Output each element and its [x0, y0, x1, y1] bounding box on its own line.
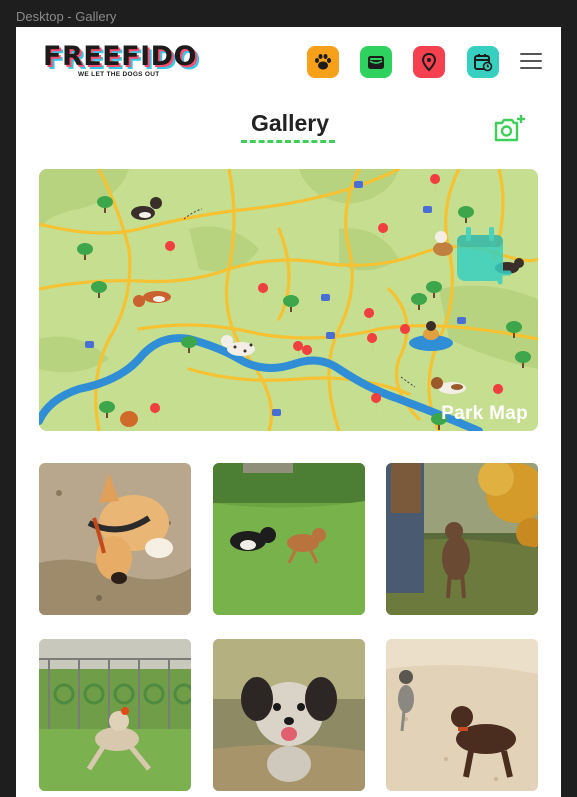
add-photo-button[interactable] [493, 114, 527, 144]
nav-location-button[interactable] [413, 46, 445, 78]
map-illustration [39, 169, 538, 431]
photo-dogs-running [213, 463, 365, 615]
page-canvas: FREEFIDO WE LET THE DOGS OUT Gallery Par… [16, 27, 561, 797]
gallery-photo[interactable] [386, 463, 538, 615]
nav-calendar-button[interactable] [467, 46, 499, 78]
calendar-clock-icon [474, 54, 493, 72]
photo-dog-owner-tree [386, 463, 538, 615]
hamburger-menu-button[interactable] [520, 53, 542, 71]
photo-shaggy-terrier [213, 639, 365, 791]
camera-plus-icon [494, 115, 525, 142]
photo-dog-ball-park [39, 639, 191, 791]
nav-wallet-button[interactable] [360, 46, 392, 78]
gallery-photo[interactable] [39, 463, 191, 615]
gallery-photo[interactable] [213, 463, 365, 615]
menu-line [520, 60, 542, 62]
page-title: Gallery [251, 110, 329, 136]
brand-name: FREEFIDO [43, 41, 197, 72]
photo-corgi-digging [39, 463, 191, 615]
menu-line [520, 67, 542, 69]
brand-logo[interactable]: FREEFIDO WE LET THE DOGS OUT [43, 41, 197, 79]
gallery-photo[interactable] [386, 639, 538, 791]
nav-paw-button[interactable] [307, 46, 339, 78]
wallet-icon [368, 56, 384, 69]
gallery-photo[interactable] [213, 639, 365, 791]
location-pin-icon [421, 52, 437, 72]
menu-line [520, 53, 542, 55]
park-map[interactable]: Park Map [39, 169, 538, 431]
photo-dogs-sand [386, 639, 538, 791]
paw-icon [315, 54, 331, 70]
brand-tagline: WE LET THE DOGS OUT [78, 71, 160, 78]
window-title: Desktop - Gallery [16, 9, 117, 24]
map-label: Park Map [441, 403, 528, 424]
title-underline [241, 140, 335, 143]
gallery-photo[interactable] [39, 639, 191, 791]
